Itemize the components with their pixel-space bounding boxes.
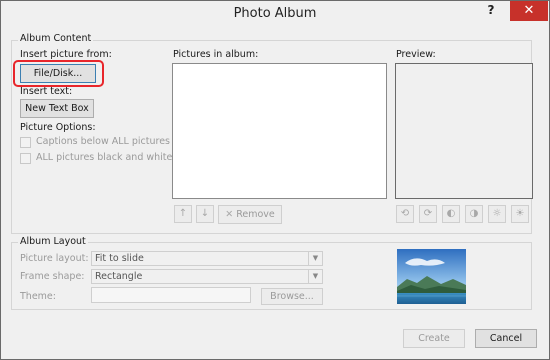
pictures-in-album-list[interactable] [172, 63, 387, 199]
brightness-up-icon[interactable]: ☼ [488, 205, 506, 223]
preview-label: Preview: [396, 49, 436, 60]
frame-shape-select[interactable]: Rectangle ▼ [91, 269, 323, 284]
dialog-title: Photo Album [233, 6, 317, 21]
captions-below-label: Captions below ALL pictures [36, 136, 171, 147]
captions-below-checkbox[interactable] [20, 137, 31, 148]
x-icon: ✕ [225, 209, 234, 220]
album-content-group-label: Album Content [18, 33, 94, 44]
remove-button[interactable]: ✕ Remove [218, 205, 282, 224]
close-button[interactable]: ✕ [510, 1, 548, 21]
arrow-down-icon[interactable]: ↓ [196, 205, 214, 223]
picture-layout-select[interactable]: Fit to slide ▼ [91, 251, 323, 266]
picture-layout-label: Picture layout: [20, 253, 89, 264]
remove-button-label: Remove [236, 209, 275, 220]
insert-text-label: Insert text: [20, 86, 73, 97]
layout-preview-image [397, 249, 466, 304]
landscape-image [397, 249, 466, 304]
frame-shape-label: Frame shape: [20, 271, 85, 282]
chevron-down-icon: ▼ [308, 270, 322, 283]
pictures-in-album-label: Pictures in album: [173, 49, 259, 60]
cancel-button[interactable]: Cancel [475, 329, 537, 348]
arrow-up-icon[interactable]: ↑ [174, 205, 192, 223]
browse-button[interactable]: Browse... [261, 288, 323, 305]
create-button[interactable]: Create [403, 329, 465, 348]
frame-shape-value: Rectangle [95, 271, 143, 282]
album-layout-group-label: Album Layout [18, 236, 88, 247]
photo-album-dialog: Photo Album ? ✕ Album Content Insert pic… [0, 0, 550, 360]
black-and-white-checkbox[interactable] [20, 153, 31, 164]
black-and-white-label: ALL pictures black and white [36, 152, 173, 163]
picture-options-label: Picture Options: [20, 122, 96, 133]
preview-pane [395, 63, 533, 199]
new-text-box-button[interactable]: New Text Box [20, 99, 94, 118]
title-bar: Photo Album ? ✕ [1, 1, 549, 29]
picture-layout-value: Fit to slide [95, 253, 144, 264]
file-disk-button[interactable]: File/Disk... [20, 64, 96, 83]
contrast-down-icon[interactable]: ◑ [465, 205, 483, 223]
insert-picture-from-label: Insert picture from: [20, 49, 112, 60]
chevron-down-icon: ▼ [308, 252, 322, 265]
rotate-right-icon[interactable]: ⟳ [419, 205, 437, 223]
contrast-up-icon[interactable]: ◐ [442, 205, 460, 223]
help-button[interactable]: ? [483, 3, 499, 21]
theme-label: Theme: [20, 291, 56, 302]
theme-field[interactable] [91, 287, 251, 303]
rotate-left-icon[interactable]: ⟲ [396, 205, 414, 223]
brightness-down-icon[interactable]: ☀ [511, 205, 529, 223]
